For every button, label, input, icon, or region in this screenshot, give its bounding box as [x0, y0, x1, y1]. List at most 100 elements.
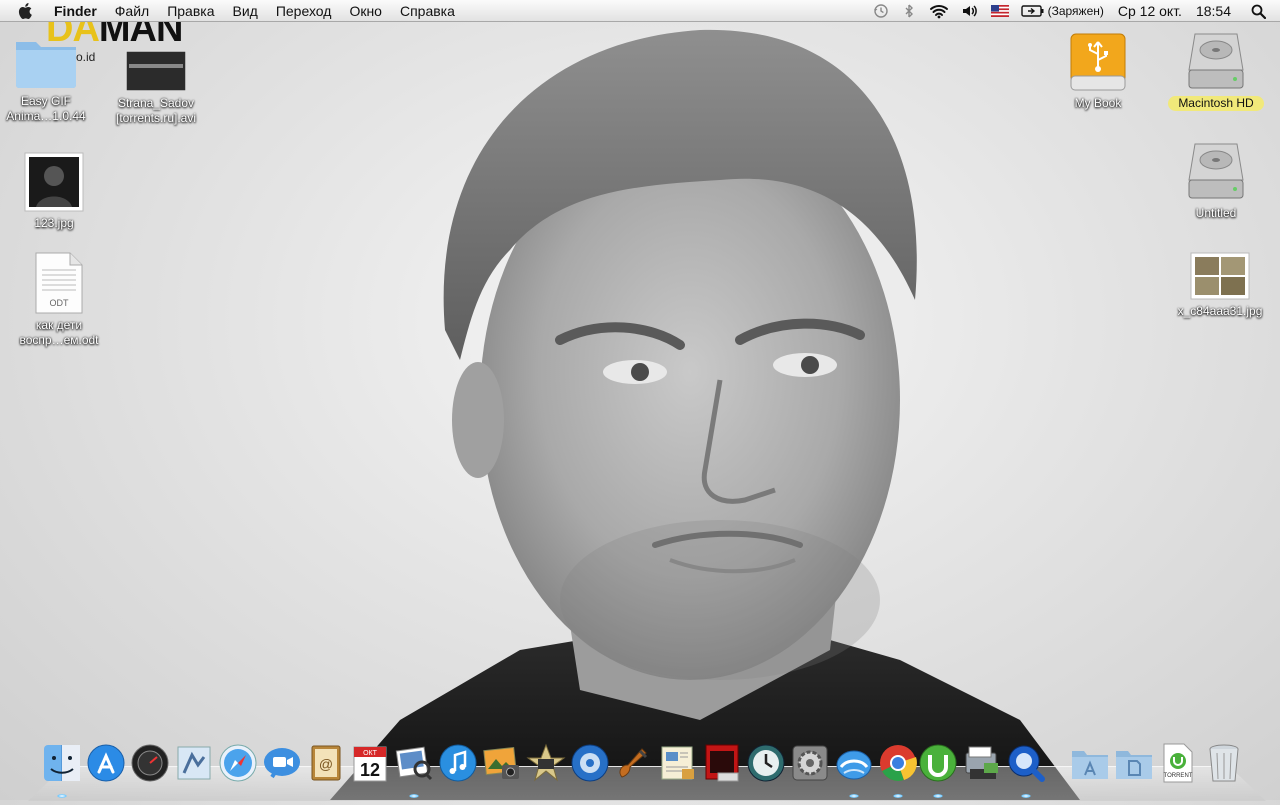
dock-downloads[interactable]: TORRENT [1160, 743, 1200, 783]
dock-iphoto[interactable] [482, 743, 522, 783]
odt-badge: ODT [50, 298, 70, 308]
dock-running-indicator [933, 794, 943, 798]
dock-system-preferences[interactable] [790, 743, 830, 783]
desktop-icon-my-book[interactable]: My Book [1038, 32, 1158, 111]
desktop-icon-x-c84aaa31[interactable]: x_c84aaa31.jpg [1160, 252, 1280, 319]
torrent-badge: TORRENT [1164, 773, 1193, 779]
desktop-icon-label: как дети воспр…ем.odt [0, 318, 119, 348]
volume-icon[interactable] [961, 0, 979, 22]
desktop-icon-label: 123.jpg [34, 216, 74, 230]
photo-booth-icon [705, 744, 739, 782]
dock-preview[interactable] [394, 743, 434, 783]
finder-icon [44, 745, 80, 781]
menu-view[interactable]: Вид [224, 0, 267, 22]
menu-app-finder[interactable]: Finder [52, 0, 106, 22]
bluetooth-icon[interactable] [901, 0, 917, 22]
dock-quicktime[interactable] [1006, 743, 1046, 783]
safari-icon [219, 744, 257, 782]
garageband-icon [619, 748, 648, 778]
dock-running-indicator [409, 794, 419, 798]
desktop-icon-label: Strana_Sadov [torrents.ru].avi [96, 96, 216, 126]
quicktime-icon [1008, 745, 1045, 782]
dock-trash[interactable] [1204, 743, 1244, 783]
dock-imovie[interactable] [526, 743, 566, 783]
menu-extras: (Заряжен) Ср 12 окт. 18:54 [867, 0, 1280, 22]
dock-iweb[interactable] [658, 743, 698, 783]
desktop-icon-strana-sadov[interactable]: Strana_Sadov [torrents.ru].avi [96, 50, 216, 126]
apple-icon[interactable] [18, 1, 38, 21]
label-line1: Strana_Sadov [117, 96, 195, 110]
system-preferences-icon [792, 745, 828, 781]
iweb-icon [661, 746, 694, 780]
dock-image-capture[interactable] [962, 743, 1002, 783]
imovie-icon [526, 743, 566, 782]
menu-go[interactable]: Переход [267, 0, 341, 22]
cloud-mail-icon [836, 750, 872, 780]
label-line2: воспр…ем.odt [19, 333, 99, 347]
dock-mail[interactable] [174, 743, 214, 783]
app-store-icon [87, 744, 125, 782]
dock-finder[interactable] [42, 743, 82, 783]
facetime-icon [264, 748, 300, 779]
dock-cloud-mail[interactable] [834, 743, 874, 783]
torrent-file-icon: TORRENT [1163, 743, 1193, 783]
odt-document-icon: ODT [35, 252, 83, 314]
menu-clock[interactable]: 18:54 [1196, 3, 1231, 19]
image-thumbnail-icon [1190, 252, 1250, 300]
dock-google-chrome[interactable] [878, 743, 918, 783]
dock-itunes[interactable] [438, 743, 478, 783]
dock-running-indicator [893, 794, 903, 798]
desktop-icon-123-jpg[interactable]: 123.jpg [0, 152, 114, 231]
chrome-icon [880, 745, 917, 781]
svg-text:@: @ [319, 756, 333, 772]
dock-documents-stack[interactable] [1114, 743, 1154, 783]
time-machine-icon[interactable] [873, 0, 889, 22]
itunes-icon [439, 744, 477, 782]
image-thumbnail-icon [24, 152, 84, 212]
dock-garageband[interactable] [614, 743, 654, 783]
dock-safari[interactable] [218, 743, 258, 783]
menu-file[interactable]: Файл [106, 0, 158, 22]
desktop-icon-untitled[interactable]: Untitled [1156, 142, 1276, 221]
applications-stack-icon [1072, 751, 1108, 779]
ical-month: ОКТ [363, 750, 378, 757]
ical-icon: ОКТ 12 [353, 746, 387, 782]
dashboard-icon [131, 744, 169, 782]
dock-applications-stack[interactable] [1070, 743, 1110, 783]
battery-status-text[interactable]: (Заряжен) [1048, 4, 1104, 18]
label-line2: Anima…1.0.44 [6, 109, 86, 123]
dock-time-machine[interactable] [746, 743, 786, 783]
idvd-icon [571, 744, 609, 782]
battery-icon[interactable] [1020, 0, 1045, 22]
menu-window[interactable]: Окно [340, 0, 391, 22]
desktop-icon-odt-document[interactable]: ODT как дети воспр…ем.odt [0, 252, 119, 348]
menu-edit[interactable]: Правка [158, 0, 223, 22]
dock-app-store[interactable] [86, 743, 126, 783]
utorrent-icon [919, 744, 957, 782]
desktop-icon-easy-gif[interactable]: Easy GIF Anima…1.0.44 [0, 34, 106, 124]
dock-utorrent[interactable] [918, 743, 958, 783]
dock-address-book[interactable]: @ [306, 743, 346, 783]
menu-bar: Finder Файл Правка Вид Переход Окно Спра… [0, 0, 1280, 22]
dock-dashboard[interactable] [130, 743, 170, 783]
us-flag-icon[interactable] [990, 0, 1009, 22]
desktop-icon-label-selected: Macintosh HD [1168, 96, 1264, 111]
dock-photo-booth[interactable] [702, 743, 742, 783]
ical-day: 12 [360, 760, 380, 780]
menu-help[interactable]: Справка [391, 0, 464, 22]
trash-icon [1209, 744, 1239, 782]
desktop-icon-macintosh-hd[interactable]: Macintosh HD [1156, 32, 1276, 112]
menu-date[interactable]: Ср 12 окт. [1118, 3, 1182, 19]
documents-stack-icon [1116, 751, 1152, 779]
desktop-icon-label: Untitled [1195, 206, 1237, 220]
desktop-icon-label: My Book [1074, 96, 1122, 110]
wifi-icon[interactable] [929, 0, 949, 22]
dock-facetime[interactable] [262, 743, 302, 783]
label-line1: как дети [35, 318, 83, 332]
mail-icon [177, 746, 211, 780]
dock-ical[interactable]: ОКТ 12 [350, 743, 390, 783]
spotlight-icon[interactable] [1251, 0, 1266, 22]
time-machine-icon [747, 744, 785, 782]
dock-idvd[interactable] [570, 743, 610, 783]
folder-icon [16, 42, 76, 88]
